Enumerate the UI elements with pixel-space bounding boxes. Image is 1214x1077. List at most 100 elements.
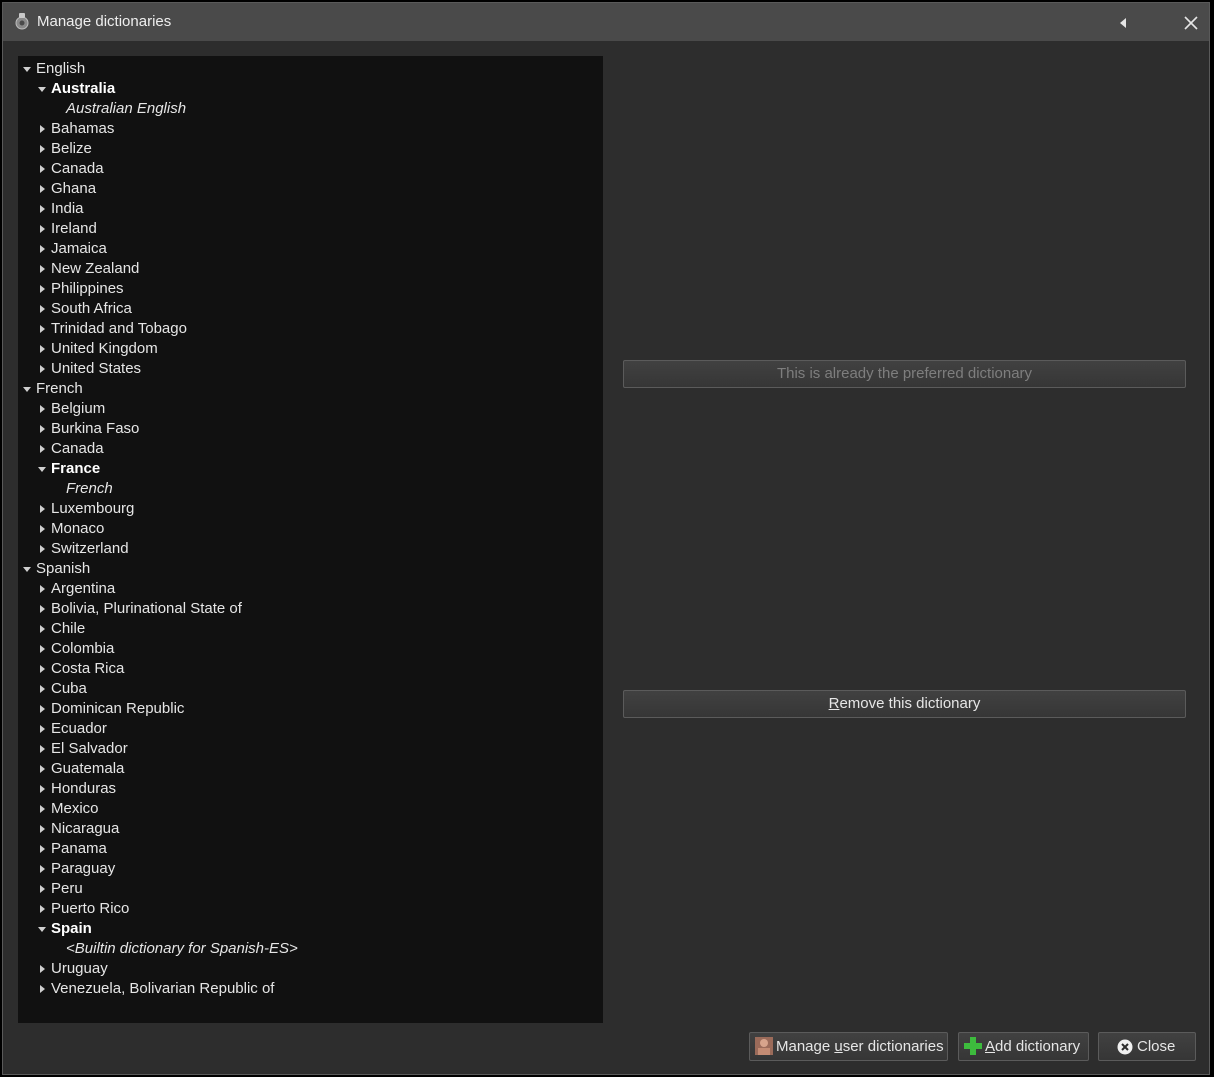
collapse-arrow-right-icon[interactable]: [37, 244, 47, 254]
tree-country-item[interactable]: Costa Rica: [18, 659, 603, 679]
tree-country-item[interactable]: Bahamas: [18, 119, 603, 139]
collapse-arrow-right-icon[interactable]: [37, 984, 47, 994]
collapse-arrow-right-icon[interactable]: [37, 204, 47, 214]
tree-country-item[interactable]: Nicaragua: [18, 819, 603, 839]
tree-country-item[interactable]: India: [18, 199, 603, 219]
collapse-arrow-right-icon[interactable]: [37, 224, 47, 234]
collapse-arrow-right-icon[interactable]: [37, 744, 47, 754]
tree-language-item[interactable]: Spanish: [18, 559, 603, 579]
tree-country-item[interactable]: Spain: [18, 919, 603, 939]
collapse-arrow-right-icon[interactable]: [37, 724, 47, 734]
tree-country-item[interactable]: Switzerland: [18, 539, 603, 559]
collapse-arrow-right-icon[interactable]: [37, 304, 47, 314]
collapse-arrow-right-icon[interactable]: [37, 344, 47, 354]
remove-dictionary-button[interactable]: Remove this dictionary: [623, 690, 1186, 718]
tree-country-item[interactable]: France: [18, 459, 603, 479]
collapse-arrow-right-icon[interactable]: [37, 704, 47, 714]
tree-country-item[interactable]: United Kingdom: [18, 339, 603, 359]
collapse-arrow-right-icon[interactable]: [37, 844, 47, 854]
collapse-arrow-right-icon[interactable]: [37, 604, 47, 614]
collapse-arrow-right-icon[interactable]: [37, 824, 47, 834]
expand-arrow-down-icon[interactable]: [37, 464, 47, 474]
tree-country-item[interactable]: Jamaica: [18, 239, 603, 259]
tree-country-item[interactable]: Guatemala: [18, 759, 603, 779]
collapse-arrow-right-icon[interactable]: [37, 684, 47, 694]
manage-user-dictionaries-button[interactable]: Manage user dictionaries: [749, 1032, 948, 1061]
expand-arrow-down-icon[interactable]: [22, 564, 32, 574]
collapse-arrow-right-icon[interactable]: [37, 544, 47, 554]
tree-country-item[interactable]: New Zealand: [18, 259, 603, 279]
tree-country-item[interactable]: Monaco: [18, 519, 603, 539]
tree-country-item[interactable]: Peru: [18, 879, 603, 899]
tree-dictionary-item[interactable]: French: [18, 479, 603, 499]
tree-country-item[interactable]: Ireland: [18, 219, 603, 239]
collapse-panel-icon[interactable]: [1111, 12, 1135, 34]
tree-dictionary-item[interactable]: Australian English: [18, 99, 603, 119]
collapse-arrow-right-icon[interactable]: [37, 784, 47, 794]
dictionary-tree[interactable]: English Australia Australian English Bahama…: [18, 56, 603, 1023]
tree-country-item[interactable]: Canada: [18, 439, 603, 459]
tree-item-label: United States: [51, 360, 142, 377]
expand-arrow-down-icon[interactable]: [37, 924, 47, 934]
collapse-arrow-right-icon[interactable]: [37, 884, 47, 894]
tree-country-item[interactable]: Australia: [18, 79, 603, 99]
collapse-arrow-right-icon[interactable]: [37, 584, 47, 594]
collapse-arrow-right-icon[interactable]: [37, 364, 47, 374]
collapse-arrow-right-icon[interactable]: [37, 624, 47, 634]
collapse-arrow-right-icon[interactable]: [37, 324, 47, 334]
collapse-arrow-right-icon[interactable]: [37, 444, 47, 454]
collapse-arrow-right-icon[interactable]: [37, 264, 47, 274]
tree-country-item[interactable]: Panama: [18, 839, 603, 859]
tree-country-item[interactable]: Bolivia, Plurinational State of: [18, 599, 603, 619]
collapse-arrow-right-icon[interactable]: [37, 804, 47, 814]
tree-country-item[interactable]: Burkina Faso: [18, 419, 603, 439]
close-button[interactable]: Close: [1098, 1032, 1196, 1061]
tree-country-item[interactable]: United States: [18, 359, 603, 379]
tree-country-item[interactable]: Uruguay: [18, 959, 603, 979]
tree-country-item[interactable]: Philippines: [18, 279, 603, 299]
tree-country-item[interactable]: Belgium: [18, 399, 603, 419]
tree-country-item[interactable]: El Salvador: [18, 739, 603, 759]
collapse-arrow-right-icon[interactable]: [37, 764, 47, 774]
collapse-arrow-right-icon[interactable]: [37, 424, 47, 434]
collapse-arrow-right-icon[interactable]: [37, 964, 47, 974]
expand-arrow-down-icon[interactable]: [22, 64, 32, 74]
collapse-arrow-right-icon[interactable]: [37, 144, 47, 154]
collapse-arrow-right-icon[interactable]: [37, 124, 47, 134]
collapse-arrow-right-icon[interactable]: [37, 864, 47, 874]
tree-country-item[interactable]: Honduras: [18, 779, 603, 799]
tree-country-item[interactable]: Paraguay: [18, 859, 603, 879]
collapse-arrow-right-icon[interactable]: [37, 504, 47, 514]
tree-country-item[interactable]: Puerto Rico: [18, 899, 603, 919]
tree-country-item[interactable]: Belize: [18, 139, 603, 159]
expand-arrow-down-icon[interactable]: [22, 384, 32, 394]
tree-country-item[interactable]: Luxembourg: [18, 499, 603, 519]
tree-dictionary-item[interactable]: <Builtin dictionary for Spanish-ES>: [18, 939, 603, 959]
tree-country-item[interactable]: Chile: [18, 619, 603, 639]
collapse-arrow-right-icon[interactable]: [37, 404, 47, 414]
tree-country-item[interactable]: Ecuador: [18, 719, 603, 739]
tree-country-item[interactable]: Colombia: [18, 639, 603, 659]
tree-country-item[interactable]: Cuba: [18, 679, 603, 699]
preferred-dictionary-button[interactable]: This is already the preferred dictionary: [623, 360, 1186, 388]
tree-language-item[interactable]: French: [18, 379, 603, 399]
tree-country-item[interactable]: Ghana: [18, 179, 603, 199]
collapse-arrow-right-icon[interactable]: [37, 164, 47, 174]
tree-country-item[interactable]: Argentina: [18, 579, 603, 599]
window-close-icon[interactable]: [1179, 12, 1203, 34]
tree-country-item[interactable]: Venezuela, Bolivarian Republic of: [18, 979, 603, 999]
collapse-arrow-right-icon[interactable]: [37, 904, 47, 914]
expand-arrow-down-icon[interactable]: [37, 84, 47, 94]
tree-country-item[interactable]: Mexico: [18, 799, 603, 819]
tree-country-item[interactable]: South Africa: [18, 299, 603, 319]
collapse-arrow-right-icon[interactable]: [37, 184, 47, 194]
tree-country-item[interactable]: Dominican Republic: [18, 699, 603, 719]
tree-country-item[interactable]: Trinidad and Tobago: [18, 319, 603, 339]
tree-language-item[interactable]: English: [18, 59, 603, 79]
add-dictionary-button[interactable]: Add dictionary: [958, 1032, 1089, 1061]
collapse-arrow-right-icon[interactable]: [37, 664, 47, 674]
collapse-arrow-right-icon[interactable]: [37, 644, 47, 654]
tree-country-item[interactable]: Canada: [18, 159, 603, 179]
collapse-arrow-right-icon[interactable]: [37, 524, 47, 534]
collapse-arrow-right-icon[interactable]: [37, 284, 47, 294]
